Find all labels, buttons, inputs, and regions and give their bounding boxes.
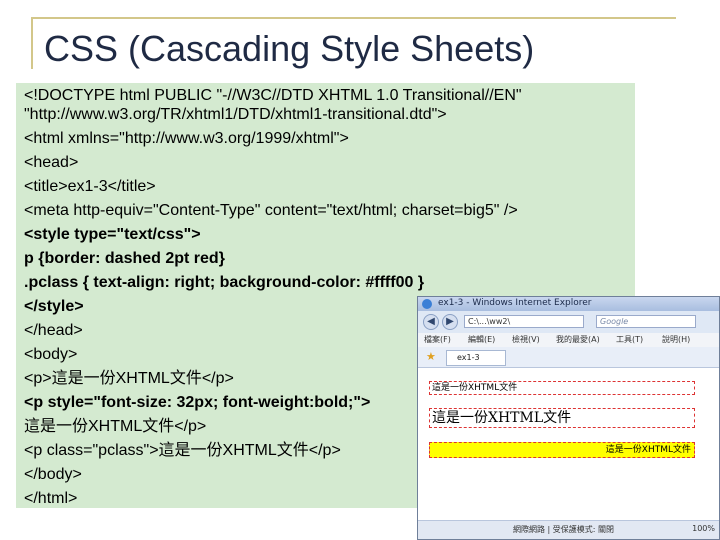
slide-title: CSS (Cascading Style Sheets)	[44, 28, 535, 69]
code-line: <meta http-equiv="Content-Type" content=…	[24, 202, 518, 219]
zoom-level[interactable]: 100%	[692, 524, 715, 533]
favorites-star-icon[interactable]: ★	[426, 351, 436, 363]
search-field[interactable]: Google	[596, 315, 696, 328]
menu-tools[interactable]: 工具(T)	[616, 334, 643, 345]
browser-window-screenshot: ex1-3 - Windows Internet Explorer ◀ ▶ C:…	[417, 296, 720, 540]
code-line: <head>	[24, 154, 79, 171]
rendered-paragraph-2: 這是一份XHTML文件	[429, 408, 695, 428]
code-line: <!DOCTYPE html PUBLIC "-//W3C//DTD XHTML…	[24, 87, 522, 104]
browser-content: 這是一份XHTML文件 這是一份XHTML文件 這是一份XHTML文件	[418, 368, 719, 523]
forward-arrow-icon[interactable]: ▶	[442, 314, 458, 330]
code-line: <p style="font-size: 32px; font-weight:b…	[24, 394, 371, 411]
code-line: p {border: dashed 2pt red}	[24, 250, 225, 267]
rendered-paragraph-3: 這是一份XHTML文件	[429, 442, 695, 458]
title-accent-bar	[31, 17, 33, 69]
code-line: </html>	[24, 490, 78, 507]
url-field[interactable]: C:\...\ww2\	[464, 315, 584, 328]
code-line: </style>	[24, 298, 84, 315]
code-line: "http://www.w3.org/TR/xhtml1/DTD/xhtml1-…	[24, 106, 447, 123]
browser-titlebar: ex1-3 - Windows Internet Explorer	[418, 297, 719, 311]
back-arrow-icon[interactable]: ◀	[423, 314, 439, 330]
code-line: <style type="text/css">	[24, 226, 201, 243]
code-line: .pclass { text-align: right; background-…	[24, 274, 425, 291]
code-line: <p class="pclass">這是一份XHTML文件</p>	[24, 442, 341, 459]
code-line: <p>這是一份XHTML文件</p>	[24, 370, 234, 387]
browser-tab[interactable]: ex1-3	[446, 350, 506, 366]
browser-address-bar: ◀ ▶ C:\...\ww2\ Google	[418, 311, 719, 333]
browser-window-title: ex1-3 - Windows Internet Explorer	[438, 298, 592, 308]
menu-view[interactable]: 檢視(V)	[512, 334, 540, 345]
browser-tab-bar: ★ ex1-3	[418, 347, 719, 368]
menu-help[interactable]: 說明(H)	[662, 334, 690, 345]
code-line: </head>	[24, 322, 83, 339]
status-text: 網際網路 | 受保護模式: 關閉	[513, 525, 615, 534]
rendered-paragraph-1: 這是一份XHTML文件	[429, 381, 695, 395]
ie-logo-icon	[422, 299, 432, 309]
browser-status-bar: 網際網路 | 受保護模式: 關閉 100%	[418, 520, 719, 539]
menu-edit[interactable]: 編輯(E)	[468, 334, 495, 345]
code-line: <body>	[24, 346, 78, 363]
title-accent-line	[31, 17, 676, 19]
menu-file[interactable]: 檔案(F)	[424, 334, 451, 345]
menu-favorites[interactable]: 我的最愛(A)	[556, 334, 600, 345]
browser-menubar: 檔案(F) 編輯(E) 檢視(V) 我的最愛(A) 工具(T) 說明(H)	[418, 333, 719, 347]
code-line: <html xmlns="http://www.w3.org/1999/xhtm…	[24, 130, 349, 147]
code-line: <title>ex1-3</title>	[24, 178, 156, 195]
code-line: </body>	[24, 466, 82, 483]
code-line: 這是一份XHTML文件</p>	[24, 418, 207, 435]
